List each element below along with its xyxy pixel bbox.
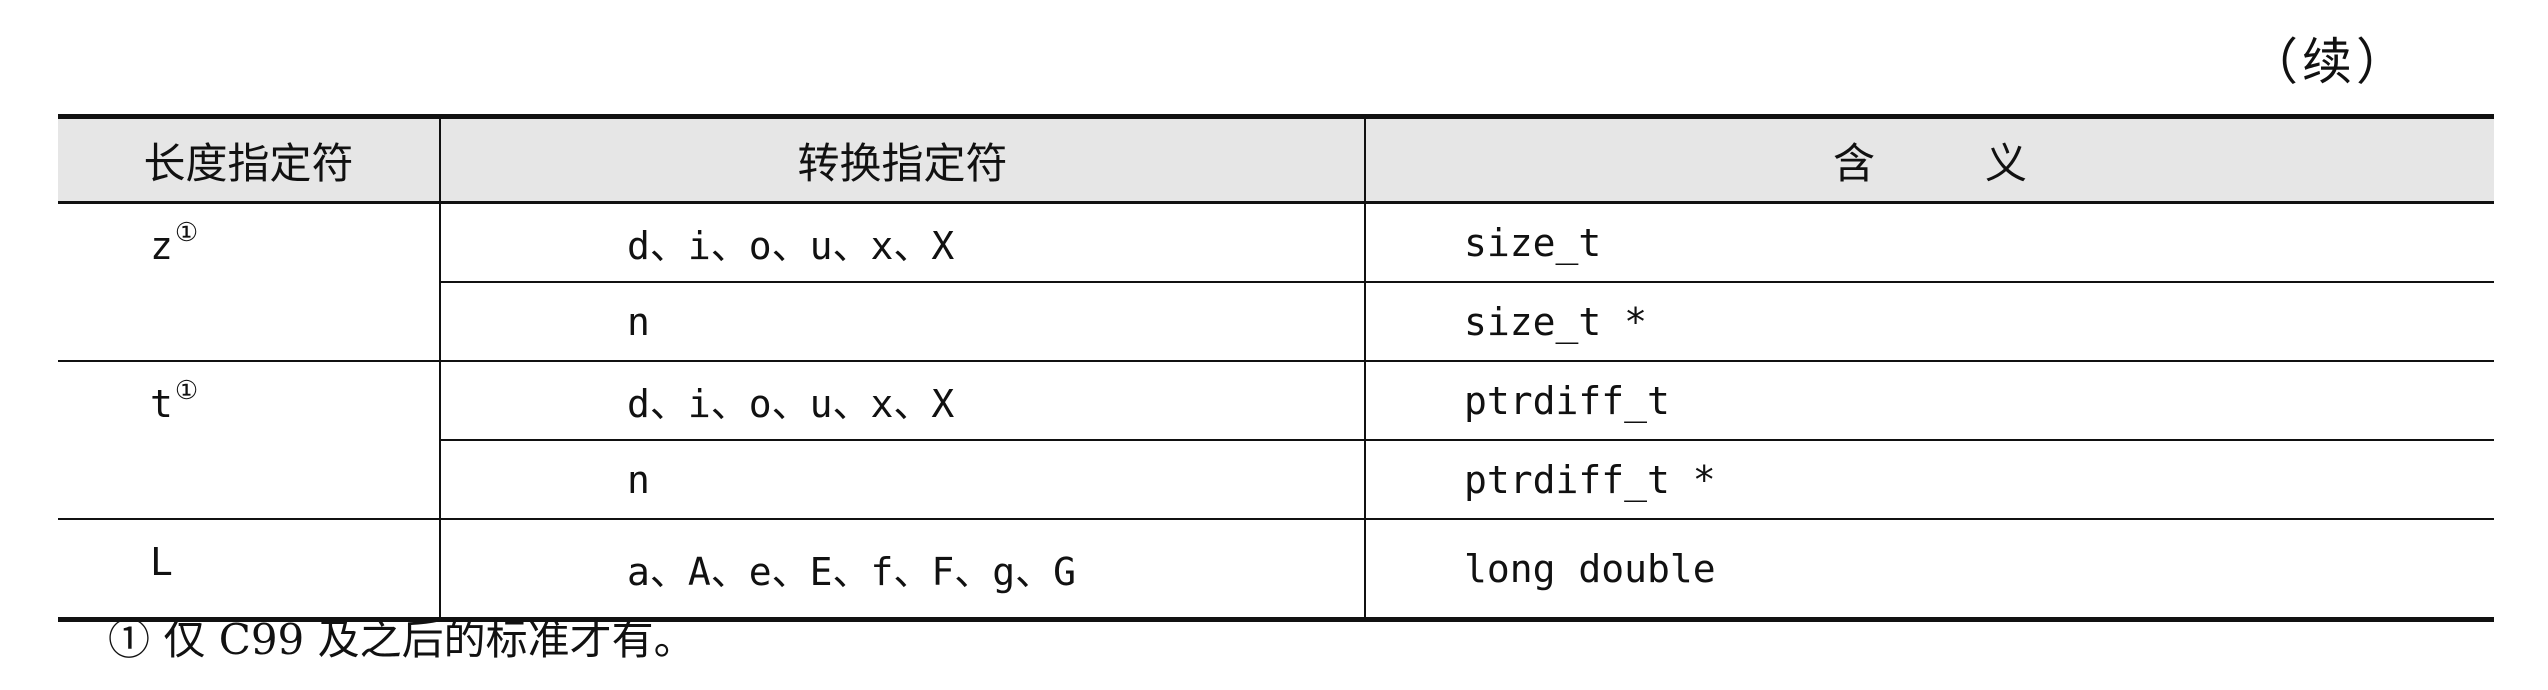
length-cell-L: L xyxy=(58,519,441,622)
length-specifier-table: 长度指定符 转换指定符 含义 z① d、i、o、u、x、X size_t n s… xyxy=(58,114,2494,622)
footnote-marker: ① xyxy=(174,376,199,406)
header-meaning: 含义 xyxy=(1364,114,2494,204)
footnote-marker: ① xyxy=(174,218,199,248)
conversion-cell: d、i、o、u、x、X xyxy=(439,361,1366,441)
header-meaning-char1: 含 xyxy=(1832,138,1875,188)
header-length-specifier: 长度指定符 xyxy=(58,114,441,204)
conversion-cell: n xyxy=(440,282,1366,362)
length-specifier: t xyxy=(150,382,173,426)
length-specifier: z xyxy=(150,224,173,268)
table-header-row: 长度指定符 转换指定符 含义 xyxy=(58,114,2494,204)
table-row: z① d、i、o、u、x、X size_t xyxy=(58,202,2494,362)
meaning-cell: size_t xyxy=(1364,202,2494,283)
header-meaning-char2: 义 xyxy=(1985,138,2028,188)
meaning-cell: size_t * xyxy=(1364,282,2494,362)
conversion-cell: d、i、o、u、x、X xyxy=(439,202,1366,283)
meaning-cell: ptrdiff_t xyxy=(1364,361,2494,441)
table-footnote: ① 仅 C99 及之后的标准才有。 xyxy=(108,615,696,664)
length-cell-z: z① xyxy=(58,202,441,362)
conversion-cell: n xyxy=(440,440,1366,520)
header-conversion-specifier: 转换指定符 xyxy=(439,114,1366,204)
continued-label: （续） xyxy=(2248,33,2410,91)
table-row: t① d、i、o、u、x、X ptrdiff_t xyxy=(58,361,2494,520)
meaning-cell: ptrdiff_t * xyxy=(1364,440,2494,520)
meaning-cell: long double xyxy=(1364,519,2494,622)
table-row: L a、A、e、E、f、F、g、G long double xyxy=(58,519,2494,622)
conversion-cell: a、A、e、E、f、F、g、G xyxy=(439,519,1366,622)
length-cell-t: t① xyxy=(58,361,441,520)
